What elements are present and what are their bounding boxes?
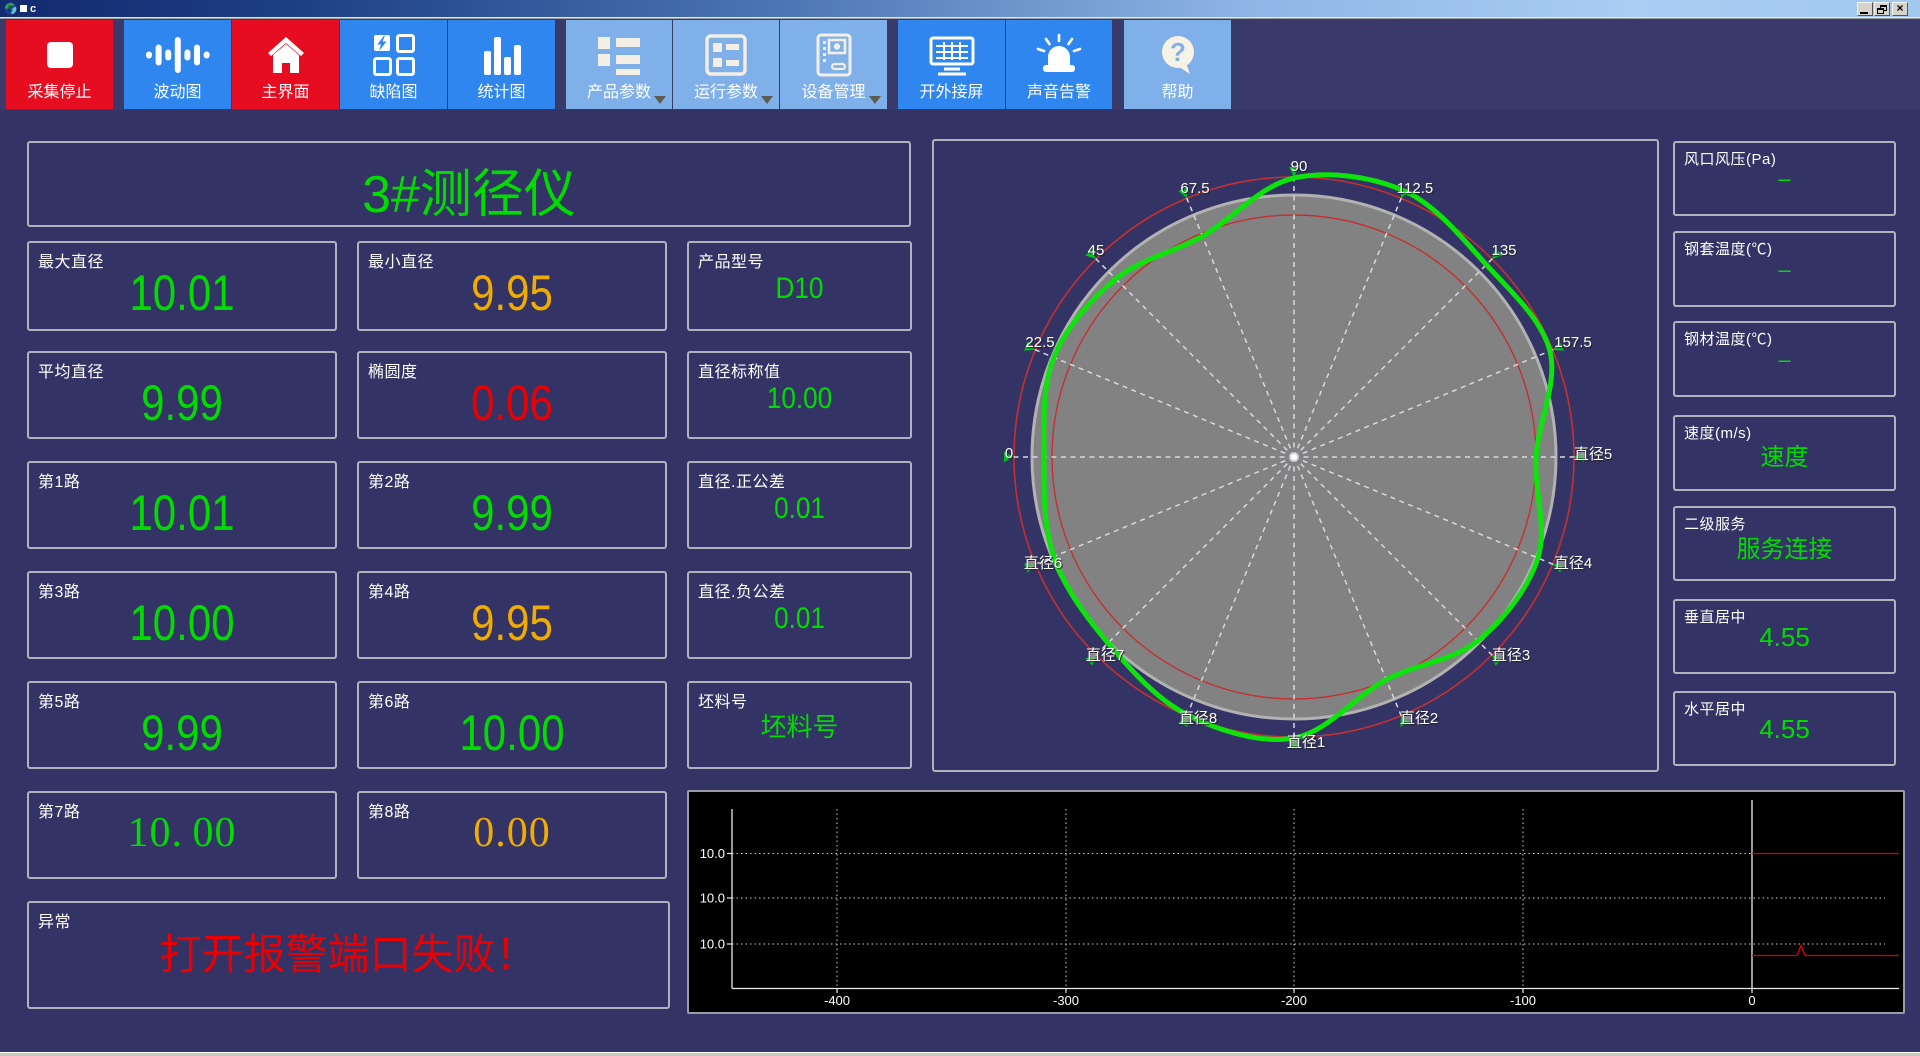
svg-text:直径3: 直径3	[1492, 647, 1530, 664]
svg-text:0: 0	[1005, 445, 1013, 462]
svg-text:直径4: 直径4	[1554, 555, 1592, 572]
svg-text:直径5: 直径5	[1574, 446, 1612, 463]
svg-text:22.5: 22.5	[1025, 334, 1054, 351]
svg-text:直径8: 直径8	[1179, 710, 1217, 727]
svg-text:45: 45	[1088, 242, 1105, 259]
svg-text:直径1: 直径1	[1287, 734, 1325, 751]
svg-text:157.5: 157.5	[1554, 334, 1592, 351]
svg-text:10.0: 10.0	[700, 937, 725, 952]
svg-text:10.0: 10.0	[700, 891, 725, 906]
svg-text:10.0: 10.0	[700, 846, 725, 861]
svg-text:-400: -400	[824, 993, 850, 1008]
svg-text:90: 90	[1291, 158, 1308, 175]
svg-text:135: 135	[1491, 242, 1516, 259]
svg-text:67.5: 67.5	[1180, 180, 1209, 197]
svg-text:?: ?	[1170, 37, 1186, 67]
svg-text:-200: -200	[1281, 993, 1307, 1008]
svg-text:直径2: 直径2	[1400, 710, 1438, 727]
svg-text:直径6: 直径6	[1024, 555, 1062, 572]
svg-text:-300: -300	[1053, 993, 1079, 1008]
svg-text:0: 0	[1748, 993, 1755, 1008]
svg-text:直径7: 直径7	[1086, 647, 1124, 664]
svg-text:112.5: 112.5	[1397, 180, 1433, 197]
svg-text:-100: -100	[1510, 993, 1536, 1008]
